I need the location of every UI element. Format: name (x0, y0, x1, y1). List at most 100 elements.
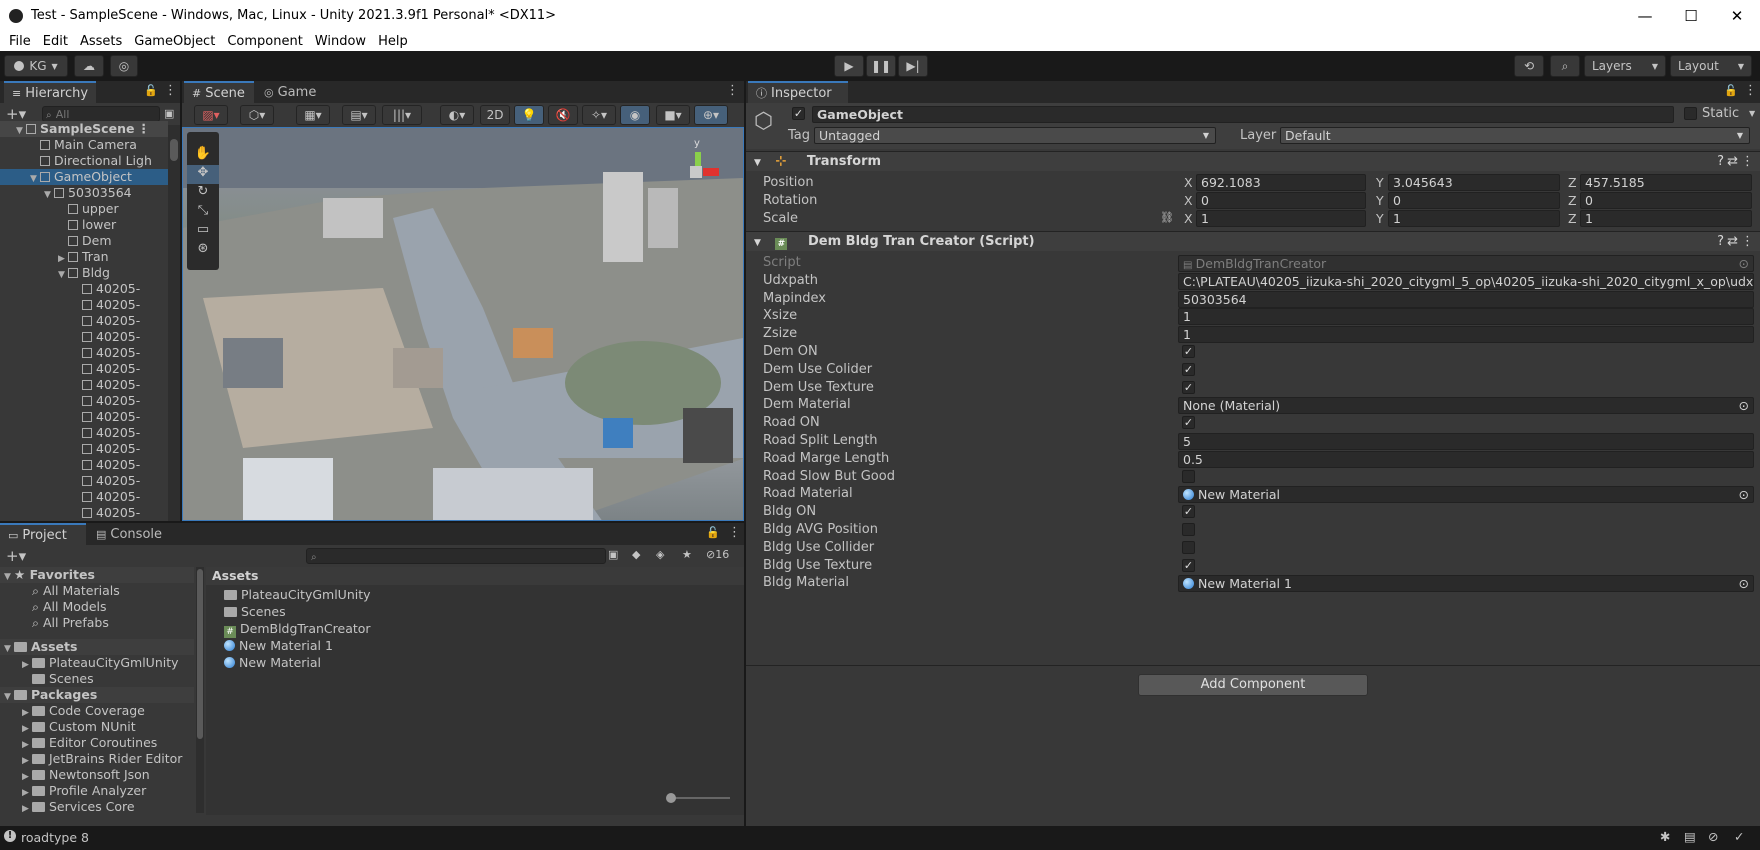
hierarchy-item[interactable]: 40205- (0, 281, 168, 297)
scene-visibility-toggle[interactable]: ◉ (620, 105, 650, 125)
hierarchy-item[interactable]: upper (0, 201, 168, 217)
more-menu-icon[interactable]: ⋮ (164, 83, 177, 98)
project-tree-item[interactable]: ▶ JetBrains Rider Editor (0, 751, 194, 767)
preset-icon[interactable]: ⇄ (1727, 232, 1738, 251)
project-tree-item[interactable]: ▶ Profile Analyzer (0, 783, 194, 799)
tab-game[interactable]: ◎ Game (256, 81, 326, 103)
project-tree-scrollbar[interactable] (196, 567, 204, 813)
pause-button[interactable]: ❚❚ (866, 55, 896, 77)
object-field[interactable]: New Material 1 ⊙ (1178, 575, 1754, 593)
project-tree-item[interactable]: ▶ Custom NUnit (0, 719, 194, 735)
layers-dropdown[interactable]: Layers ▼ (1584, 55, 1666, 77)
more-menu-icon[interactable]: ⋮ (728, 525, 741, 540)
more-menu-icon[interactable]: ⋮ (138, 121, 151, 137)
scene-viewport[interactable]: ✋ ✥ ↻ ⤡ ▭ ⊛ y (182, 127, 744, 521)
text-field[interactable]: 0.5 (1178, 450, 1754, 468)
hierarchy-item[interactable]: 40205- (0, 473, 168, 489)
project-tree-item[interactable]: ▶ PlateauCityGmlUnity (0, 655, 194, 671)
toggle-2d-button[interactable]: 2D (480, 105, 510, 125)
hierarchy-item[interactable]: ▼ 50303564 (0, 185, 168, 201)
more-menu-icon[interactable]: ⋮ (1744, 83, 1757, 98)
project-tree-item[interactable]: ⌕ All Models (0, 599, 194, 615)
scrollbar-thumb[interactable] (170, 139, 178, 161)
text-field[interactable]: 50303564 (1178, 290, 1754, 308)
hierarchy-item[interactable]: lower (0, 217, 168, 233)
grid-snap-dropdown[interactable]: ▦▾ (296, 105, 330, 125)
field-checkbox[interactable] (1182, 523, 1195, 536)
asset-item[interactable]: Scenes (224, 604, 371, 621)
hierarchy-scrollbar[interactable] (168, 125, 180, 521)
camera-dropdown[interactable]: ■▾ (656, 105, 690, 125)
project-tree-item[interactable]: ▶ Newtonsoft Json (0, 767, 194, 783)
object-active-checkbox[interactable]: ✓ (792, 107, 805, 120)
draw-mode-dropdown[interactable]: ▨▾ (194, 105, 228, 125)
move-tool-icon[interactable]: ✥ (187, 165, 219, 184)
step-button[interactable]: ▶| (898, 55, 928, 77)
project-tree-item[interactable]: ▶Settings Manager (0, 815, 194, 817)
favorite-star-icon[interactable]: ★ (682, 548, 692, 561)
project-tree-item[interactable]: ▶ Editor Coroutines (0, 735, 194, 751)
object-picker-icon[interactable]: ⊙ (1739, 487, 1749, 502)
field-checkbox[interactable]: ✓ (1182, 362, 1195, 376)
hierarchy-scene-row[interactable]: ▼ SampleScene ⋮ (0, 121, 168, 137)
asset-item[interactable]: PlateauCityGmlUnity (224, 587, 371, 604)
layer-dropdown[interactable]: Default ▼ (1280, 127, 1750, 144)
hierarchy-item[interactable]: 40205- (0, 329, 168, 345)
hierarchy-item[interactable]: 40205- (0, 489, 168, 505)
hidden-packages-toggle[interactable]: ⊘16 (706, 548, 729, 561)
project-tree-item[interactable]: ▶ Code Coverage (0, 703, 194, 719)
help-icon[interactable]: ? (1717, 152, 1724, 171)
rotation-y-field[interactable]: 0 (1388, 192, 1560, 209)
hierarchy-item[interactable]: 40205- (0, 393, 168, 409)
object-field[interactable]: None (Material) ⊙ (1178, 397, 1754, 415)
play-button[interactable]: ▶ (834, 55, 864, 77)
chevron-down-icon[interactable]: ▼ (1749, 109, 1755, 118)
orientation-gizmo[interactable]: y (681, 138, 731, 194)
align-dropdown[interactable]: |||▾ (382, 105, 422, 125)
add-component-button[interactable]: Add Component (1138, 674, 1368, 696)
scale-y-field[interactable]: 1 (1388, 210, 1560, 227)
lock-icon[interactable]: 🔓 (144, 84, 158, 97)
rotation-x-field[interactable]: 0 (1196, 192, 1366, 209)
menu-edit[interactable]: Edit (37, 34, 74, 49)
layout-dropdown[interactable]: Layout ▼ (1670, 55, 1752, 77)
object-picker-icon[interactable]: ⊙ (1739, 398, 1749, 413)
object-field[interactable]: New Material ⊙ (1178, 486, 1754, 504)
field-checkbox[interactable] (1182, 469, 1195, 483)
hierarchy-item[interactable]: 40205- (0, 505, 168, 521)
field-checkbox[interactable]: ✓ (1182, 558, 1195, 572)
field-checkbox[interactable]: ✓ (1182, 416, 1195, 430)
history-button[interactable]: ⟲ (1514, 55, 1544, 77)
more-menu-icon[interactable]: ⋮ (1741, 232, 1754, 251)
tab-scene[interactable]: # Scene (184, 81, 254, 103)
project-tree-item[interactable]: ▶ Services Core (0, 799, 194, 815)
minimize-button[interactable]: — (1622, 0, 1668, 31)
text-field[interactable]: C:\PLATEAU\40205_iizuka-shi_2020_citygml… (1178, 272, 1754, 290)
hierarchy-item[interactable]: ▶ Tran (0, 249, 168, 265)
slider-handle[interactable] (666, 793, 676, 803)
tab-hierarchy[interactable]: ≡ Hierarchy (4, 81, 96, 103)
field-checkbox[interactable]: ✓ (1182, 380, 1195, 394)
scale-z-field[interactable]: 1 (1580, 210, 1752, 227)
hierarchy-item[interactable]: ▼ GameObject (0, 169, 168, 185)
menu-component[interactable]: Component (221, 34, 308, 49)
close-button[interactable]: ✕ (1714, 0, 1760, 31)
asset-item[interactable]: New Material (224, 655, 371, 672)
hand-tool-icon[interactable]: ✋ (187, 146, 219, 165)
menu-assets[interactable]: Assets (74, 34, 128, 49)
position-y-field[interactable]: 3.045643 (1388, 174, 1560, 191)
menu-help[interactable]: Help (372, 34, 414, 49)
rotation-z-field[interactable]: 0 (1580, 192, 1752, 209)
text-field[interactable]: 1 (1178, 308, 1754, 326)
scene-visibility-icon[interactable]: ▣ (164, 107, 174, 120)
hierarchy-item[interactable]: Directional Ligh (0, 153, 168, 169)
hierarchy-item[interactable]: 40205- (0, 457, 168, 473)
static-checkbox[interactable] (1684, 107, 1697, 120)
project-tree-item[interactable]: ⌕ All Materials (0, 583, 194, 599)
hierarchy-item[interactable]: 40205- (0, 345, 168, 361)
audio-toggle-button[interactable]: 🔇 (548, 105, 578, 125)
project-tree-item[interactable]: ▼ Assets (0, 639, 194, 655)
search-by-type-icon[interactable]: ▣ (608, 548, 618, 561)
hierarchy-item[interactable]: 40205- (0, 361, 168, 377)
project-tree-item[interactable]: ▼ Packages (0, 687, 194, 703)
